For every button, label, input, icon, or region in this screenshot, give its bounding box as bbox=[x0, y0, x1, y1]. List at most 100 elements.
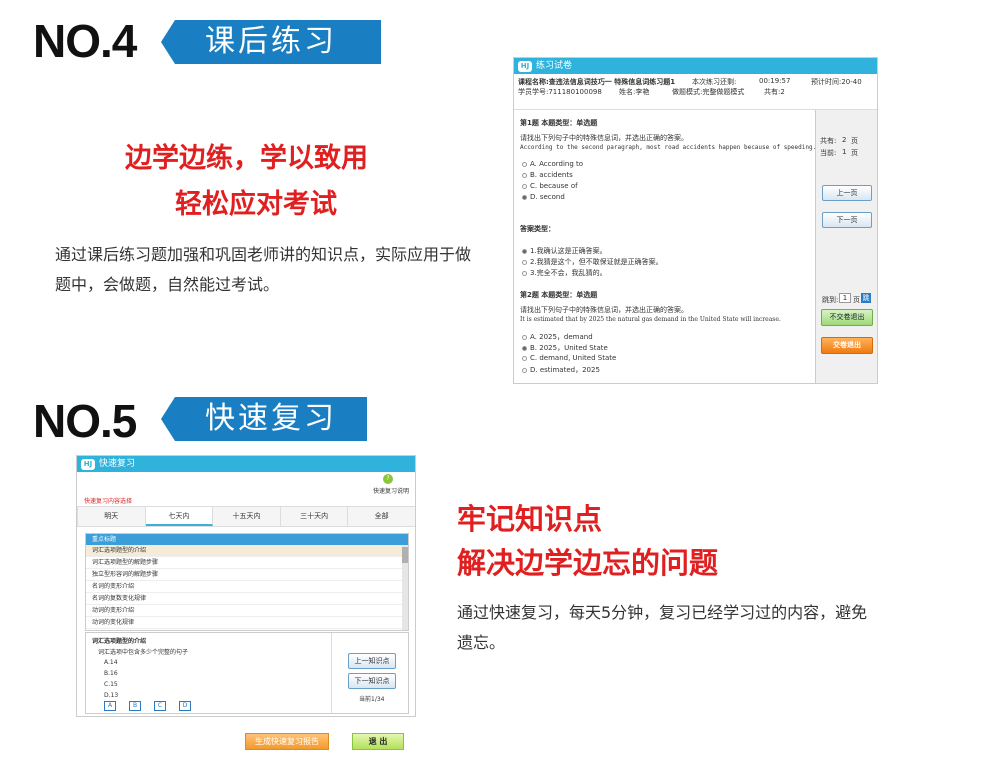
student-id: 学员学号:711180100098 bbox=[518, 88, 602, 96]
detail-question: 词汇选项中包含多少个完整的句子 bbox=[98, 649, 189, 656]
q1-type: 第1题 本题类型：单选题 bbox=[520, 119, 598, 127]
tab-thirty-days[interactable]: 三十天内 bbox=[280, 507, 349, 526]
radio-selected-icon bbox=[522, 248, 527, 254]
list-item[interactable]: 独立型形容词的解题步骤 bbox=[86, 569, 408, 581]
answer-option-3[interactable]: 3.完全不会，我乱猜的。 bbox=[522, 268, 607, 278]
exit-button[interactable]: 退 出 bbox=[352, 733, 404, 750]
detail-panel: 词汇选项题型的介绍 词汇选项中包含多少个完整的句子 A.14 B.16 C.15… bbox=[85, 632, 409, 714]
list-item[interactable]: 词汇选项题型的介绍 bbox=[86, 545, 408, 557]
answer-d-button[interactable]: D bbox=[179, 701, 191, 711]
current-page: 1 bbox=[842, 148, 847, 156]
exam-window: HJ 练习试卷 课程名称:查违法信息词技巧一 特殊信息词练习题1 本次练习还剩:… bbox=[513, 57, 878, 384]
time-label: 本次练习还剩: bbox=[692, 78, 737, 86]
list-item[interactable]: 名词的变形介绍 bbox=[86, 581, 408, 593]
radio-icon bbox=[522, 172, 527, 178]
next-knowledge-button[interactable]: 下一知识点 bbox=[348, 673, 396, 689]
radio-icon bbox=[522, 367, 527, 373]
app-logo-icon: HJ bbox=[518, 60, 532, 72]
pages-unit: 页 bbox=[851, 137, 858, 145]
scroll-thumb[interactable] bbox=[402, 547, 408, 563]
answer-a-button[interactable]: A bbox=[104, 701, 116, 711]
exam-info: 课程名称:查违法信息词技巧一 特殊信息词练习题1 本次练习还剩: 00:19:5… bbox=[514, 74, 877, 110]
list-scrollbar[interactable] bbox=[402, 545, 408, 630]
q2-option-b[interactable]: B. 2025，United State bbox=[522, 343, 608, 353]
option-label: B. accidents bbox=[530, 171, 573, 179]
choose-label: 快速复习内容选择 bbox=[84, 498, 133, 505]
option-label: A. According to bbox=[530, 160, 584, 168]
q2-option-a[interactable]: A. 2025，demand bbox=[522, 332, 593, 342]
answer-option-2[interactable]: 2.我猜是这个，但不敢保证就是正确答案。 bbox=[522, 257, 663, 267]
radio-icon bbox=[522, 334, 527, 340]
knowledge-list: 重点标题 词汇选项题型的介绍 词汇选项题型的解题步骤 独立型形容词的解题步骤 名… bbox=[85, 533, 409, 631]
tab-fifteen-days[interactable]: 十五天内 bbox=[213, 507, 281, 526]
section5-headline-2: 解决边学边忘的问题 bbox=[457, 546, 719, 580]
list-item[interactable]: 词汇选项题型的解题步骤 bbox=[86, 557, 408, 569]
generate-report-button[interactable]: 生成快速复习报告 bbox=[245, 733, 329, 750]
answer-c-button[interactable]: C bbox=[154, 701, 166, 711]
section4-tag: 课后练习 bbox=[161, 20, 381, 64]
radio-icon bbox=[522, 270, 527, 276]
radio-icon bbox=[522, 183, 527, 189]
review-tabs: 明天 七天内 十五天内 三十天内 全部 bbox=[77, 506, 415, 527]
app-logo-icon: HJ bbox=[81, 458, 95, 470]
jump-unit: 页 bbox=[853, 296, 860, 304]
radio-selected-icon bbox=[522, 194, 527, 200]
time-value: 00:19:57 bbox=[759, 77, 791, 85]
q1-option-c[interactable]: C. because of bbox=[522, 182, 578, 190]
review-titlebar: HJ 快速复习 bbox=[77, 456, 415, 472]
exit-without-submit-button[interactable]: 不交卷退出 bbox=[821, 309, 873, 326]
next-page-button[interactable]: 下一页 bbox=[822, 212, 872, 228]
option-label: D. estimated，2025 bbox=[530, 366, 600, 374]
q1-prompt: 请找出下列句子中的特殊信息词，并选出正确的答案。 bbox=[520, 134, 688, 142]
answer-b-button[interactable]: B bbox=[129, 701, 141, 711]
help-link[interactable]: 快速复习说明 bbox=[373, 486, 409, 495]
q1-option-b[interactable]: B. accidents bbox=[522, 171, 573, 179]
pages-total: 2 bbox=[842, 136, 847, 144]
jump-input[interactable]: 1 bbox=[839, 293, 851, 303]
q2-type: 第2题 本题类型：单选题 bbox=[520, 291, 598, 299]
option-label: D. second bbox=[530, 193, 565, 201]
divider bbox=[331, 633, 332, 713]
detail-option: D.13 bbox=[104, 692, 119, 699]
knowledge-counter: 当前1/34 bbox=[359, 696, 385, 703]
option-label: C. demand, United State bbox=[530, 354, 617, 362]
q2-prompt: 请找出下列句子中的特殊信息词，并选出正确的答案。 bbox=[520, 306, 688, 314]
review-window: HJ 快速复习 ? 快速复习说明 快速复习内容选择 明天 七天内 十五天内 三十… bbox=[76, 455, 416, 717]
q1-option-a[interactable]: A. According to bbox=[522, 160, 583, 168]
prev-knowledge-button[interactable]: 上一知识点 bbox=[348, 653, 396, 669]
jump-label: 跳到: bbox=[822, 296, 839, 304]
list-item[interactable]: 名词的复数变化规律 bbox=[86, 593, 408, 605]
prev-page-button[interactable]: 上一页 bbox=[822, 185, 872, 201]
answer-boxes: A B C D bbox=[104, 701, 204, 711]
list-item[interactable]: 动词的变形介绍 bbox=[86, 605, 408, 617]
detail-option: C.15 bbox=[104, 681, 118, 688]
tab-tomorrow[interactable]: 明天 bbox=[78, 507, 146, 526]
answer-type: 答案类型： bbox=[520, 225, 555, 233]
jump-go-button[interactable]: 跳 bbox=[861, 293, 871, 303]
tab-seven-days[interactable]: 七天内 bbox=[145, 507, 214, 526]
detail-option: B.16 bbox=[104, 670, 118, 677]
section4-description: 通过课后练习题加强和巩固老师讲的知识点，实际应用于做题中，会做题，自然能过考试。 bbox=[55, 245, 472, 294]
list-item[interactable]: 动词的变化规律 bbox=[86, 617, 408, 629]
exam-titlebar: HJ 练习试卷 bbox=[514, 58, 877, 74]
answer-option-1[interactable]: 1.我确认这是正确答案。 bbox=[522, 246, 607, 256]
page-panel: 共有: 2 页 当前: 1 页 上一页 下一页 跳到: 1 页 跳 不交卷退出 … bbox=[815, 110, 877, 383]
section4-headline-1: 边学边练，学以致用 bbox=[125, 143, 368, 174]
q2-option-c[interactable]: C. demand, United State bbox=[522, 354, 616, 362]
help-icon[interactable]: ? bbox=[383, 474, 393, 484]
q2-option-d[interactable]: D. estimated，2025 bbox=[522, 365, 600, 375]
section5-headline-1: 牢记知识点 bbox=[457, 502, 603, 536]
review-title: 快速复习 bbox=[99, 459, 136, 469]
pages-total-label: 共有: bbox=[820, 137, 837, 145]
section4-headline-2: 轻松应对考试 bbox=[175, 189, 337, 220]
option-label: C. because of bbox=[530, 182, 578, 190]
detail-title: 词汇选项题型的介绍 bbox=[92, 638, 147, 645]
radio-icon bbox=[522, 355, 527, 361]
tab-all[interactable]: 全部 bbox=[348, 507, 415, 526]
q1-option-d[interactable]: D. second bbox=[522, 193, 565, 201]
student-name: 姓名:李艳 bbox=[619, 88, 650, 96]
submit-exit-button[interactable]: 交卷退出 bbox=[821, 337, 873, 354]
course-name: 课程名称:查违法信息词技巧一 特殊信息词练习题1 bbox=[518, 78, 676, 86]
option-label: 3.完全不会，我乱猜的。 bbox=[530, 269, 607, 277]
exam-mode: 做题模式:完整做题模式 bbox=[672, 88, 745, 96]
